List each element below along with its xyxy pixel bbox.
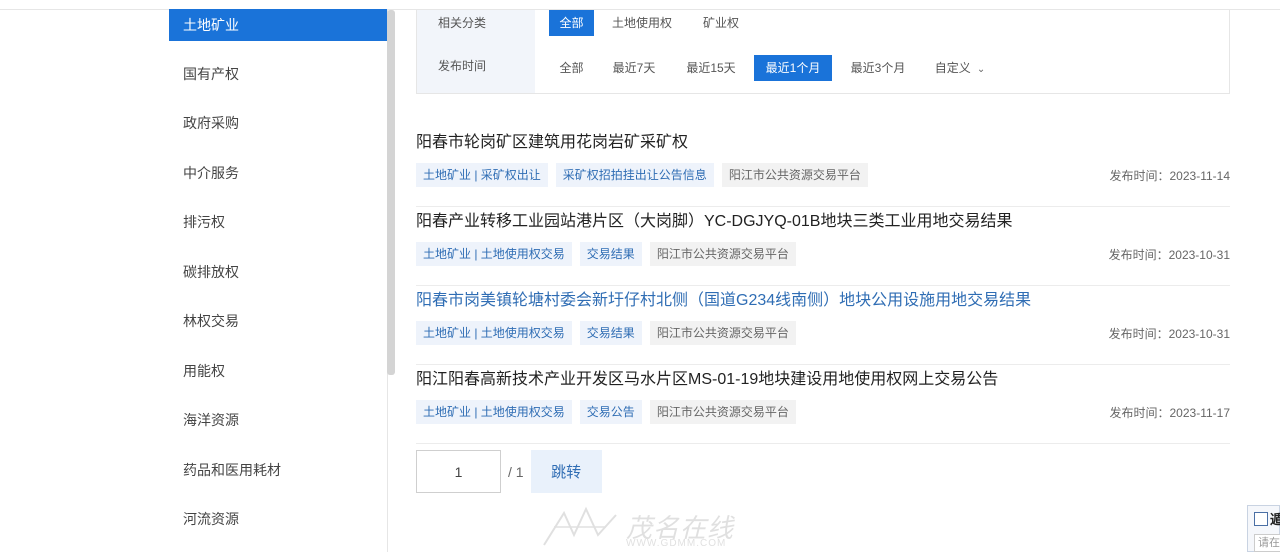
result-title[interactable]: 阳春产业转移工业园站港片区（大岗脚）YC-DGJYQ-01B地块三类工业用地交易…	[416, 207, 1012, 231]
result-title[interactable]: 阳春市岗美镇轮塘村委会新圩仔村北侧（国道G234线南侧）地块公用设施用地交易结果	[416, 286, 1031, 310]
sidebar-item-label: 排污权	[183, 214, 225, 231]
sidebar-item-label: 政府采购	[183, 115, 239, 132]
category-tag[interactable]: 土地矿业 | 采矿权出让	[416, 163, 548, 187]
source-tag: 阳江市公共资源交易平台	[649, 400, 796, 424]
jump-button[interactable]: 跳转	[530, 450, 602, 493]
source-tag: 阳江市公共资源交易平台	[649, 321, 796, 345]
category-option-mining[interactable]: 矿业权	[693, 10, 749, 36]
sidebar-item-gov-procurement[interactable]: 政府采购	[169, 99, 387, 149]
list-item: 阳春市岗美镇轮塘村委会新圩仔村北侧（国道G234线南侧）地块公用设施用地交易结果…	[416, 286, 1230, 365]
edit-icon	[1254, 512, 1268, 526]
category-tag[interactable]: 土地矿业 | 土地使用权交易	[416, 242, 572, 266]
category-option-land-use[interactable]: 土地使用权	[605, 10, 679, 36]
time-option-7days[interactable]: 最近7天	[606, 55, 662, 81]
site-watermark: 茂名在线 WWW.GDMM.COM	[540, 505, 750, 552]
sidebar-item-label: 海洋资源	[183, 412, 239, 429]
type-tag[interactable]: 采矿权招拍挂出让公告信息	[555, 163, 714, 187]
filter-panel: 相关分类 发布时间 全部 土地使用权 矿业权 全部 最近7天 最近15天 最近1…	[416, 10, 1230, 94]
sidebar-item-state-property[interactable]: 国有产权	[169, 49, 387, 99]
category-filter-label: 相关分类	[438, 16, 487, 30]
time-option-15days[interactable]: 最近15天	[679, 55, 743, 81]
sidebar-item-label: 碳排放权	[183, 263, 239, 280]
pagination: / 1 跳转	[416, 450, 602, 493]
sidebar-item-forest-rights[interactable]: 林权交易	[169, 297, 387, 347]
sidebar-item-label: 林权交易	[183, 313, 239, 330]
category-sidebar: 土地矿业 国有产权 政府采购 中介服务 排污权 碳排放权 林权交易 用能权 海洋…	[169, 9, 388, 552]
result-title[interactable]: 阳江阳春高新技术产业开发区马水片区MS-01-19地块建设用地使用权网上交易公告	[416, 365, 998, 389]
filter-label-column: 相关分类 发布时间	[417, 10, 535, 93]
source-tag: 阳江市公共资源交易平台	[721, 163, 868, 187]
sidebar-item-land-mining[interactable]: 土地矿业	[169, 9, 387, 41]
tag-group: 土地矿业 | 采矿权出让 采矿权招拍挂出让公告信息 阳江市公共资源交易平台	[416, 163, 868, 187]
sidebar-scrollbar[interactable]	[387, 10, 395, 375]
sidebar-item-agency-services[interactable]: 中介服务	[169, 148, 387, 198]
publish-date: 发布时间：2023-11-14	[1109, 169, 1231, 183]
sidebar-item-label: 土地矿业	[183, 17, 239, 33]
sidebar-item-label: 国有产权	[183, 65, 239, 82]
widget-input[interactable]: 请在	[1254, 534, 1280, 552]
sidebar-item-label: 药品和医用耗材	[183, 461, 281, 478]
page-number-input[interactable]	[416, 450, 501, 493]
sidebar-item-medical-supplies[interactable]: 药品和医用耗材	[169, 445, 387, 495]
list-item: 阳江阳春高新技术产业开发区马水片区MS-01-19地块建设用地使用权网上交易公告…	[416, 365, 1230, 444]
sidebar-item-label: 中介服务	[183, 164, 239, 181]
time-option-all[interactable]: 全部	[549, 55, 594, 81]
type-tag[interactable]: 交易结果	[579, 321, 642, 345]
category-tag[interactable]: 土地矿业 | 土地使用权交易	[416, 400, 572, 424]
publish-date: 发布时间：2023-10-31	[1108, 327, 1230, 341]
widget-title: 遁	[1270, 512, 1280, 527]
type-tag[interactable]: 交易公告	[579, 400, 642, 424]
publish-date: 发布时间：2023-10-31	[1108, 248, 1230, 262]
type-tag[interactable]: 交易结果	[579, 242, 642, 266]
result-title[interactable]: 阳春市轮岗矿区建筑用花岗岩矿采矿权	[416, 128, 688, 152]
list-item: 阳春市轮岗矿区建筑用花岗岩矿采矿权 土地矿业 | 采矿权出让 采矿权招拍挂出让公…	[416, 128, 1230, 207]
floating-widget[interactable]: 遁 请在	[1247, 505, 1280, 552]
sidebar-item-river-resources[interactable]: 河流资源	[169, 495, 387, 545]
source-tag: 阳江市公共资源交易平台	[649, 242, 796, 266]
sidebar-item-marine-resources[interactable]: 海洋资源	[169, 396, 387, 446]
sidebar-item-energy-rights[interactable]: 用能权	[169, 346, 387, 396]
page-total: / 1	[508, 463, 524, 480]
category-option-all[interactable]: 全部	[549, 10, 594, 36]
time-option-custom[interactable]: 自定义 ⌄	[929, 55, 991, 81]
time-option-1month[interactable]: 最近1个月	[754, 55, 832, 81]
chevron-down-icon: ⌄	[976, 64, 986, 75]
time-option-3months[interactable]: 最近3个月	[843, 55, 913, 81]
watermark-url: WWW.GDMM.COM	[626, 538, 727, 549]
sidebar-item-label: 河流资源	[183, 511, 239, 528]
list-item: 阳春产业转移工业园站港片区（大岗脚）YC-DGJYQ-01B地块三类工业用地交易…	[416, 207, 1230, 286]
tag-group: 土地矿业 | 土地使用权交易 交易结果 阳江市公共资源交易平台	[416, 242, 796, 266]
publish-date: 发布时间：2023-11-17	[1109, 406, 1231, 420]
custom-label: 自定义	[934, 61, 971, 75]
tag-group: 土地矿业 | 土地使用权交易 交易结果 阳江市公共资源交易平台	[416, 321, 796, 345]
category-tag[interactable]: 土地矿业 | 土地使用权交易	[416, 321, 572, 345]
sidebar-item-carbon-rights[interactable]: 碳排放权	[169, 247, 387, 297]
sidebar-item-label: 用能权	[183, 362, 225, 379]
sidebar-item-emission-rights[interactable]: 排污权	[169, 198, 387, 248]
tag-group: 土地矿业 | 土地使用权交易 交易公告 阳江市公共资源交易平台	[416, 400, 796, 424]
watermark-logo-icon	[543, 506, 617, 546]
time-filter-label: 发布时间	[438, 59, 487, 73]
